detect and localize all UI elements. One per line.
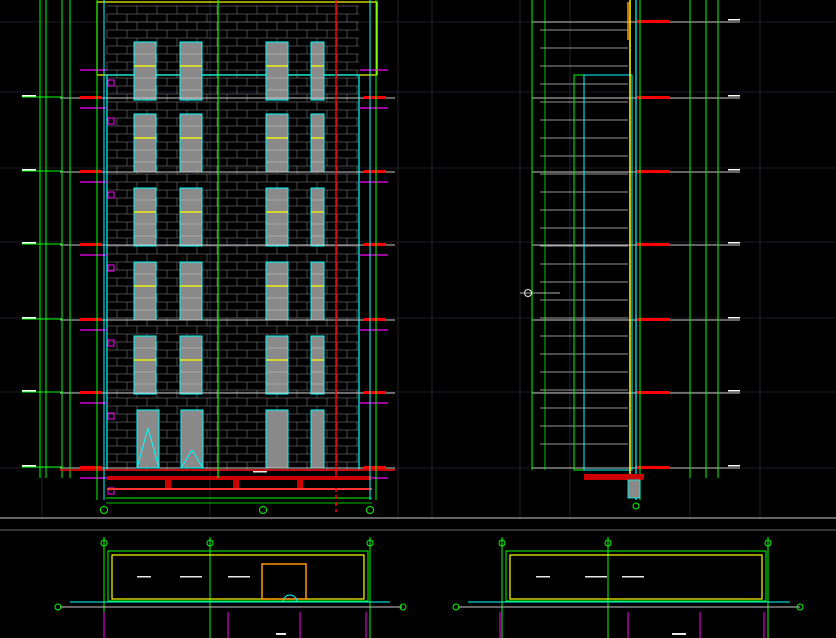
window <box>265 409 289 469</box>
side-foundation <box>584 474 644 480</box>
window <box>310 409 325 469</box>
side-level-mark <box>728 169 740 171</box>
window <box>265 261 289 321</box>
window <box>265 187 289 247</box>
side-slab-edge <box>636 170 670 173</box>
cad-drawing-canvas[interactable] <box>0 0 836 638</box>
window <box>179 335 203 395</box>
canvas-background <box>0 0 836 638</box>
window <box>310 41 325 101</box>
slab-edge-left <box>80 243 102 246</box>
window <box>133 41 157 101</box>
slab-edge-left <box>80 170 102 173</box>
window <box>179 41 203 101</box>
entrance-door-right <box>180 409 204 469</box>
slab-edge-right <box>364 96 386 99</box>
slab-edge-left <box>80 318 102 321</box>
side-level-mark <box>728 317 740 319</box>
window <box>310 187 325 247</box>
level-mark <box>22 317 36 319</box>
window <box>179 261 203 321</box>
side-level-mark <box>728 242 740 244</box>
slab-edge-right <box>364 243 386 246</box>
slab-edge-left <box>80 96 102 99</box>
level-mark <box>22 242 36 244</box>
side-slab-edge <box>636 243 670 246</box>
window <box>310 113 325 173</box>
side-slab-edge <box>636 96 670 99</box>
window <box>179 113 203 173</box>
foundation-beam <box>107 476 372 480</box>
window <box>133 113 157 173</box>
window <box>310 335 325 395</box>
side-slab-edge <box>636 318 670 321</box>
slab-edge-right <box>364 318 386 321</box>
level-mark <box>22 465 36 467</box>
window <box>133 187 157 247</box>
side-level-mark <box>728 390 740 392</box>
level-mark <box>22 169 36 171</box>
window <box>133 335 157 395</box>
entrance-door-left <box>136 409 160 469</box>
window <box>265 335 289 395</box>
side-slab-edge <box>636 466 670 469</box>
window <box>179 187 203 247</box>
side-level-mark <box>728 95 740 97</box>
slab-edge-right <box>364 391 386 394</box>
level-mark <box>22 390 36 392</box>
slab-edge-left <box>80 391 102 394</box>
slab-edge-left <box>80 466 102 469</box>
side-slab-edge <box>636 391 670 394</box>
window <box>265 41 289 101</box>
window <box>310 261 325 321</box>
level-mark <box>22 95 36 97</box>
side-level-mark <box>728 465 740 467</box>
side-slab-edge <box>636 20 670 23</box>
side-level-mark <box>728 19 740 21</box>
front-title-mark <box>253 471 267 473</box>
window <box>265 113 289 173</box>
window <box>133 261 157 321</box>
slab-edge-right <box>364 466 386 469</box>
slab-edge-right <box>364 170 386 173</box>
